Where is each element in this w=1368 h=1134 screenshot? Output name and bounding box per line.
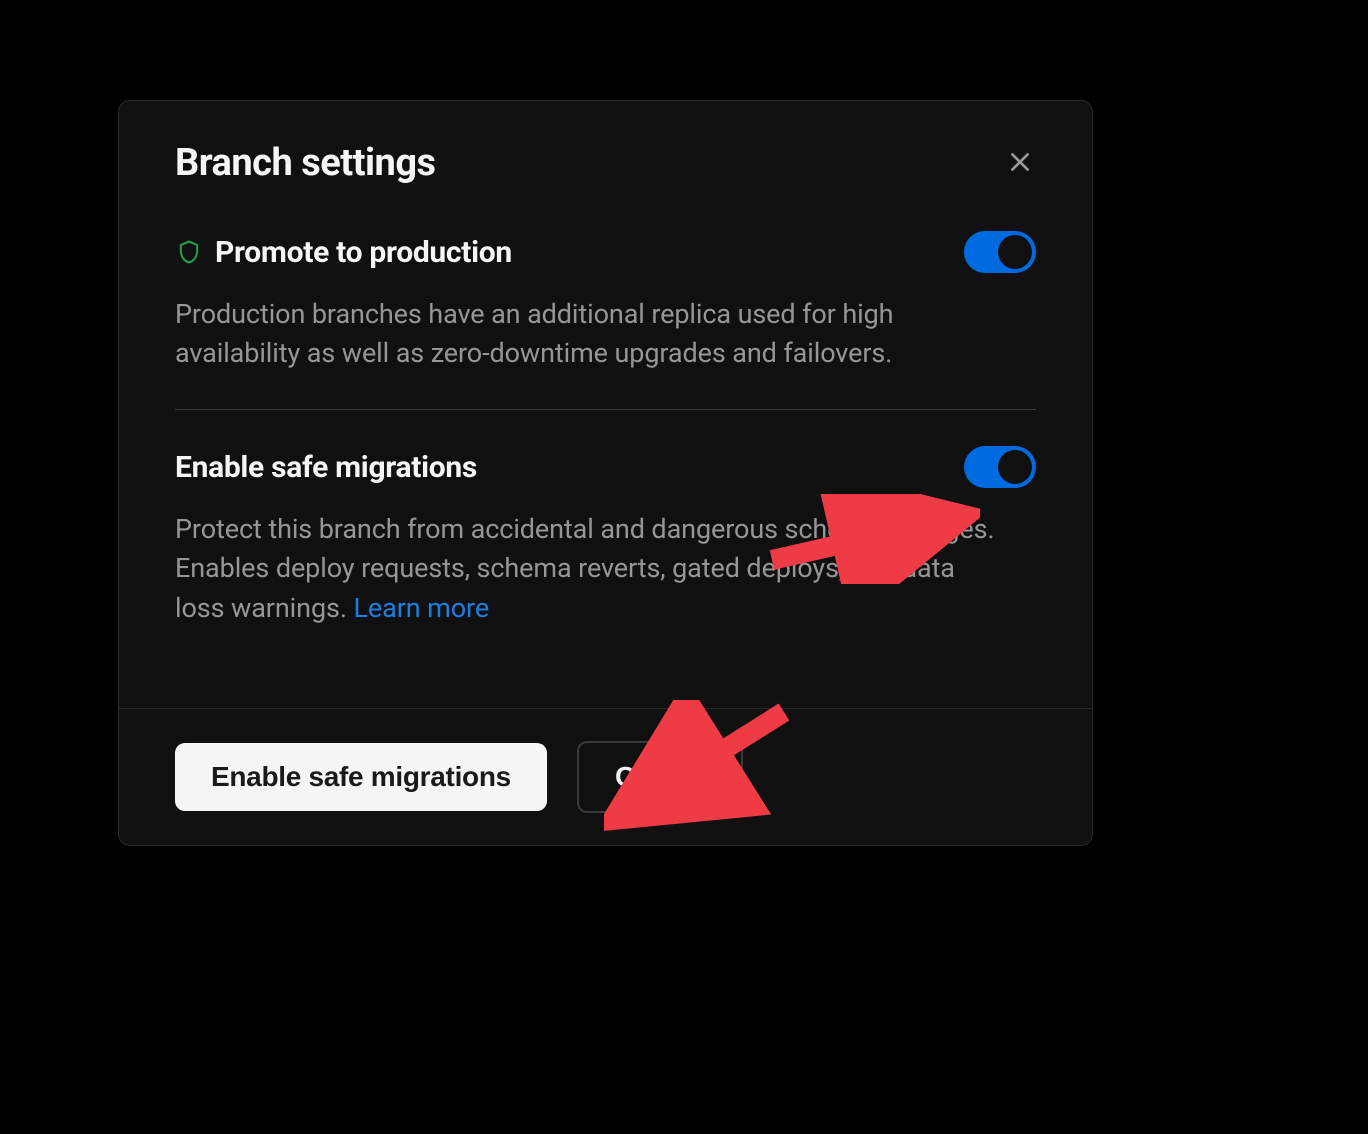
modal-footer: Enable safe migrations Cancel xyxy=(119,708,1092,845)
promote-title-wrap: Promote to production xyxy=(175,235,512,270)
safe-migrations-title-wrap: Enable safe migrations xyxy=(175,450,477,485)
toggle-knob xyxy=(998,450,1032,484)
promote-setting: Promote to production Production branche… xyxy=(175,231,1036,409)
safe-migrations-description: Protect this branch from accidental and … xyxy=(175,510,995,627)
safe-migrations-row: Enable safe migrations xyxy=(175,446,1036,488)
safe-migrations-setting: Enable safe migrations Protect this bran… xyxy=(175,446,1036,663)
close-icon xyxy=(1007,149,1033,178)
safe-migrations-toggle[interactable] xyxy=(964,446,1036,488)
enable-safe-migrations-button[interactable]: Enable safe migrations xyxy=(175,743,547,811)
modal-title: Branch settings xyxy=(175,141,436,185)
close-button[interactable] xyxy=(1004,147,1036,179)
promote-title: Promote to production xyxy=(215,235,512,270)
cancel-button[interactable]: Cancel xyxy=(577,741,743,813)
divider xyxy=(175,409,1036,410)
modal-body: Promote to production Production branche… xyxy=(119,213,1092,708)
shield-icon xyxy=(175,238,203,266)
modal-header: Branch settings xyxy=(119,101,1092,213)
promote-setting-row: Promote to production xyxy=(175,231,1036,273)
safe-migrations-desc-text: Protect this branch from accidental and … xyxy=(175,513,995,623)
toggle-knob xyxy=(998,235,1032,269)
learn-more-link[interactable]: Learn more xyxy=(353,592,489,624)
safe-migrations-title: Enable safe migrations xyxy=(175,450,477,485)
branch-settings-modal: Branch settings Promote to product xyxy=(118,100,1093,846)
promote-description: Production branches have an additional r… xyxy=(175,295,995,373)
promote-toggle[interactable] xyxy=(964,231,1036,273)
